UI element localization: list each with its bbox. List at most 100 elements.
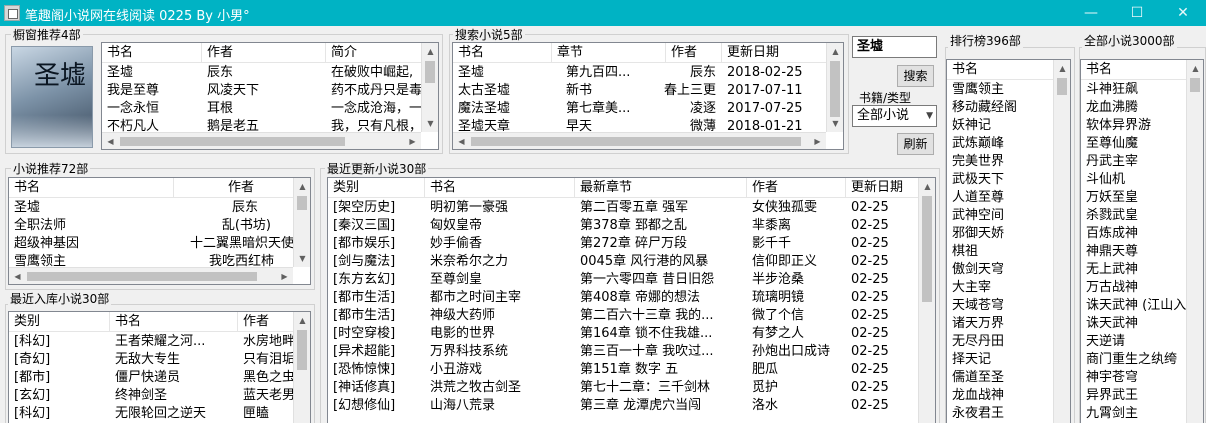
list-item[interactable]: 不朽凡人 鹅是老五 我，只有凡根， xyxy=(102,118,421,132)
column-header-author[interactable]: 作者 xyxy=(174,178,295,198)
list-item[interactable]: 百炼成神 xyxy=(1081,225,1186,243)
column-header-title[interactable]: 书名 xyxy=(9,178,174,198)
list-item[interactable]: [奇幻] 无敌大专生 只有泪垢 xyxy=(9,351,295,369)
list-item[interactable]: 圣墟 第九百四... 辰东 2018-02-25 xyxy=(453,64,826,82)
column-header-author[interactable]: 作者 xyxy=(666,43,722,63)
column-header-summary[interactable]: 简介 xyxy=(326,43,426,63)
list-item[interactable]: 异界武王 xyxy=(1081,387,1186,405)
column-header-author[interactable]: 作者 xyxy=(238,312,295,332)
all-novels-list[interactable]: 书名 斗神狂飙 龙血沸腾 软体异界游 至尊仙魔 丹武主宰 斗仙机 万妖至皇 杀戮武皇 百炼成神神… xyxy=(1080,59,1204,423)
scroll-up-icon[interactable]: ▲ xyxy=(1054,60,1070,77)
list-item[interactable]: [科幻] 王者荣耀之河... 水房地畔 xyxy=(9,333,295,351)
list-item[interactable]: 魔法圣墟 第七章美... 凌逐 2017-07-25 xyxy=(453,100,826,118)
list-item[interactable]: 杀戮武皇 xyxy=(1081,207,1186,225)
list-item[interactable]: 儒道至圣 xyxy=(947,369,1053,387)
list-item[interactable]: 龙血战神 xyxy=(947,387,1053,405)
list-item[interactable]: 九霄剑主 xyxy=(1081,405,1186,423)
list-item[interactable]: 人道至尊 xyxy=(947,189,1053,207)
list-item[interactable]: 圣墟天章 早天 微薄 2018-01-21 xyxy=(453,118,826,132)
list-item[interactable]: 一念永恒 耳根 一念成沧海，一 xyxy=(102,100,421,118)
column-header-latest-chapter[interactable]: 最新章节 xyxy=(575,178,747,198)
scroll-left-icon[interactable]: ◀ xyxy=(9,268,26,284)
scroll-down-icon[interactable]: ▼ xyxy=(422,115,438,132)
list-item[interactable]: [恐怖惊悚] 小丑游戏 第151章 数字 五肥瓜 02-25 xyxy=(328,361,918,379)
list-item[interactable]: 傲剑天穹 xyxy=(947,261,1053,279)
scroll-up-icon[interactable]: ▲ xyxy=(294,178,310,195)
scroll-right-icon[interactable]: ▶ xyxy=(809,133,826,149)
list-item[interactable]: 商门重生之纨绔 xyxy=(1081,351,1186,369)
book-cover-image[interactable]: 圣墟 xyxy=(11,46,93,148)
list-item[interactable]: [时空穿梭] 电影的世界 第164章 锁不住我雄... 有梦之人 02-25 xyxy=(328,325,918,343)
recent-added-list[interactable]: 类别 书名 作者 [科幻] 王者荣耀之河... 水房地畔 [奇幻] 无敌大专生 … xyxy=(8,311,311,423)
list-item[interactable]: [都市] 僵尸快递员 黑色之虫 xyxy=(9,369,295,387)
list-item[interactable]: 天域苍穹 xyxy=(947,297,1053,315)
vertical-scrollbar[interactable]: ▲ xyxy=(1186,60,1203,423)
list-item[interactable]: 雪鹰领主 我吃西红柿 xyxy=(9,253,293,267)
list-item[interactable]: 斗神狂飙 xyxy=(1081,81,1186,99)
category-select[interactable]: 全部小说 ▼ xyxy=(852,105,937,127)
scroll-down-icon[interactable]: ▼ xyxy=(827,115,843,132)
minimize-button[interactable]: — xyxy=(1068,0,1114,26)
vertical-scrollbar[interactable]: ▲ xyxy=(1053,60,1070,423)
app-icon[interactable] xyxy=(4,5,20,21)
list-item[interactable]: 诛天武神 xyxy=(1081,315,1186,333)
list-item[interactable]: 天逆请 xyxy=(1081,333,1186,351)
list-item[interactable]: 软体异界游 xyxy=(1081,117,1186,135)
list-item[interactable]: 超级神基因 十二翼黑暗炽天使 xyxy=(9,235,293,253)
scroll-left-icon[interactable]: ◀ xyxy=(102,133,119,149)
scroll-down-icon[interactable]: ▼ xyxy=(294,250,310,267)
search-input[interactable]: 圣墟 xyxy=(852,36,937,58)
featured-list[interactable]: 书名 作者 简介 圣墟 辰东 在破败中崛起, 我是至尊 风凌天下 药不成丹只是毒… xyxy=(101,42,439,150)
list-item[interactable]: [秦汉三国] 匈奴皇帝 第378章 郅都之乱 芈黍离 02-25 xyxy=(328,217,918,235)
column-header-chapter[interactable]: 章节 xyxy=(552,43,666,63)
list-item[interactable]: 择天记 xyxy=(947,351,1053,369)
list-item[interactable]: 大主宰 xyxy=(947,279,1053,297)
list-item[interactable]: 全职法师 乱(书坊) xyxy=(9,217,293,235)
list-item[interactable]: 完美世界 xyxy=(947,153,1053,171)
column-header-category[interactable]: 类别 xyxy=(9,312,110,332)
column-header-author[interactable]: 作者 xyxy=(747,178,846,198)
column-header-author[interactable]: 作者 xyxy=(202,43,326,63)
list-item[interactable]: 无尽丹田 xyxy=(947,333,1053,351)
vertical-scrollbar[interactable]: ▲ ▼ xyxy=(421,43,438,132)
list-item[interactable]: 神鼎天尊 xyxy=(1081,243,1186,261)
column-header-title[interactable]: 书名 xyxy=(947,60,1055,80)
list-item[interactable]: 太古圣墟 新书 春上三更 2017-07-11 xyxy=(453,82,826,100)
scroll-right-icon[interactable]: ▶ xyxy=(404,133,421,149)
list-item[interactable]: [幻想修仙] 山海八荒录 第三章 龙潭虎穴当闯 洛水 02-25 xyxy=(328,397,918,415)
list-item[interactable]: 诸天万界 xyxy=(947,315,1053,333)
list-item[interactable]: [都市生活] 神级大药师 第二百六十三章 我的... 微了个信 02-25 xyxy=(328,307,918,325)
list-item[interactable]: 万妖至皇 xyxy=(1081,189,1186,207)
list-item[interactable]: 斗仙机 xyxy=(1081,171,1186,189)
list-item[interactable]: 妖神记 xyxy=(947,117,1053,135)
list-item[interactable]: 龙血沸腾 xyxy=(1081,99,1186,117)
list-item[interactable]: [异术超能] 万界科技系统 第三百一十章 我吹过... 孙炮出口成诗 02-25 xyxy=(328,343,918,361)
list-item[interactable]: 武神空间 xyxy=(947,207,1053,225)
column-header-title[interactable]: 书名 xyxy=(425,178,575,198)
scroll-right-icon[interactable]: ▶ xyxy=(276,268,293,284)
scroll-up-icon[interactable]: ▲ xyxy=(827,43,843,60)
list-item[interactable]: 圣墟 辰东 在破败中崛起, xyxy=(102,64,421,82)
refresh-button[interactable]: 刷新 xyxy=(897,133,934,155)
list-item[interactable]: [都市生活] 都市之时间主宰 第408章 帝娜的想法 琉璃明镜 02-25 xyxy=(328,289,918,307)
search-button[interactable]: 搜索 xyxy=(897,65,934,87)
close-button[interactable]: ✕ xyxy=(1160,0,1206,26)
list-item[interactable]: 至尊仙魔 xyxy=(1081,135,1186,153)
list-item[interactable]: [都市娱乐] 妙手偷香 第272章 碎尸万段 影千千 02-25 xyxy=(328,235,918,253)
list-item[interactable]: 雪鹰领主 xyxy=(947,81,1053,99)
list-item[interactable]: 永夜君王 xyxy=(947,405,1053,423)
horizontal-scrollbar[interactable]: ◀ ▶ xyxy=(102,132,421,149)
search-results-list[interactable]: 书名 章节 作者 更新日期 圣墟 第九百四... 辰东 2018-02-25 太… xyxy=(452,42,844,150)
list-item[interactable]: [架空历史] 明初第一豪强 第二百零五章 强军 女侠独孤雯 02-25 xyxy=(328,199,918,217)
list-item[interactable]: 武炼巅峰 xyxy=(947,135,1053,153)
vertical-scrollbar[interactable]: ▲ ▼ xyxy=(826,43,843,132)
maximize-button[interactable]: ☐ xyxy=(1114,0,1160,26)
column-header-title[interactable]: 书名 xyxy=(110,312,238,332)
scroll-up-icon[interactable]: ▲ xyxy=(1187,60,1203,77)
column-header-date[interactable]: 更新日期 xyxy=(722,43,828,63)
recent-updated-list[interactable]: 类别 书名 最新章节 作者 更新日期 [架空历史] 明初第一豪强 第二百零五章 强军… xyxy=(327,177,936,423)
list-item[interactable]: 我是至尊 风凌天下 药不成丹只是毒 xyxy=(102,82,421,100)
vertical-scrollbar[interactable]: ▲ xyxy=(293,312,310,423)
column-header-date[interactable]: 更新日期 xyxy=(846,178,920,198)
list-item[interactable]: [科幻] 无限轮回之逆天 匣瞌 xyxy=(9,405,293,423)
